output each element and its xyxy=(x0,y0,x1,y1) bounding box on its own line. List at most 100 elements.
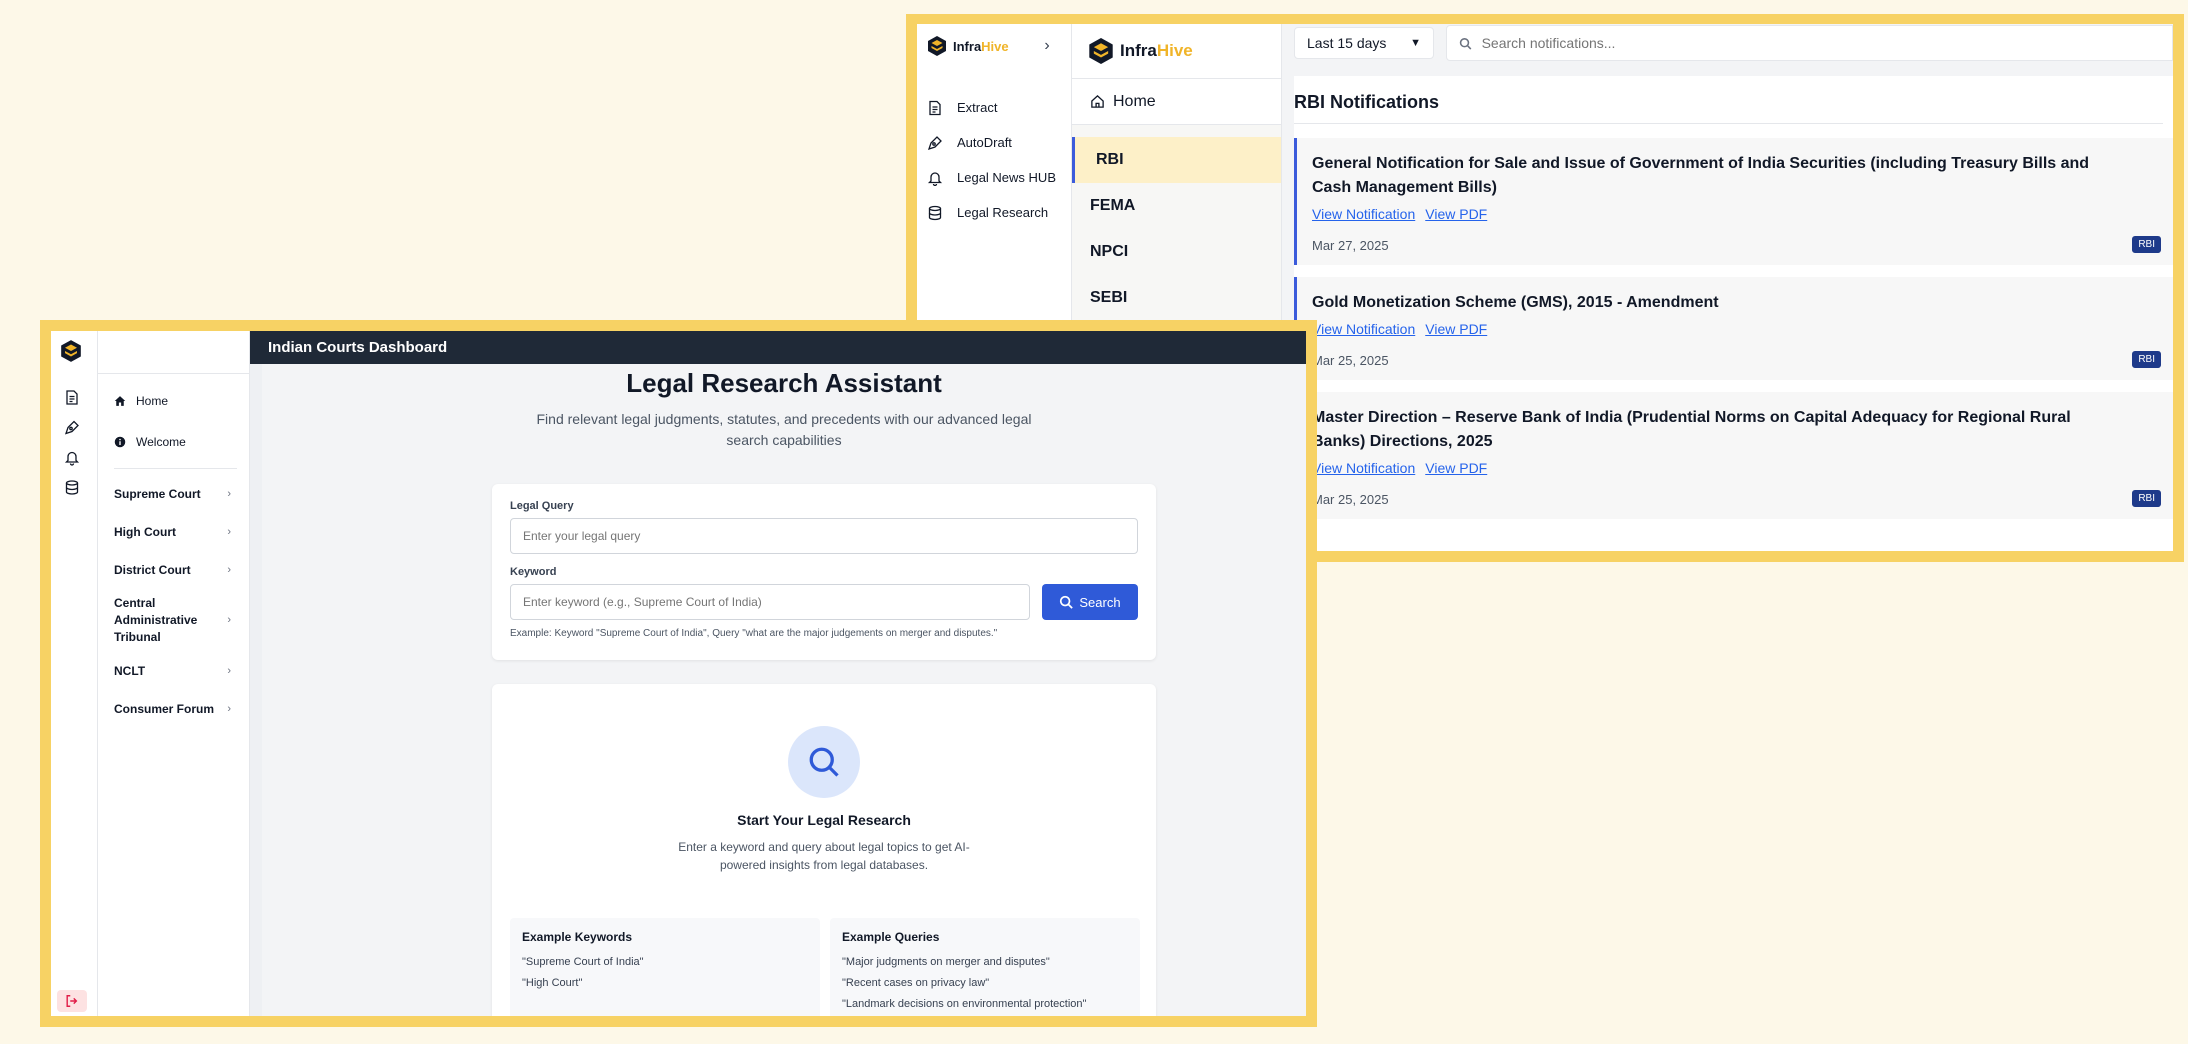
view-pdf-link[interactable]: View PDF xyxy=(1425,206,1487,222)
view-pdf-link[interactable]: View PDF xyxy=(1425,321,1487,337)
sidebar-item-district-court[interactable]: District Court › xyxy=(98,551,249,589)
sidebar-item-cat[interactable]: Central Administrative Tribunal › xyxy=(98,589,249,652)
notification-search[interactable] xyxy=(1446,25,2173,61)
database-icon[interactable] xyxy=(64,479,80,496)
nav-label: Legal News HUB xyxy=(957,170,1056,185)
logout-icon xyxy=(66,995,78,1007)
sidebar-item-home[interactable]: Home xyxy=(98,380,249,421)
nav-label: Extract xyxy=(957,100,998,115)
sidebar-item-supreme-court[interactable]: Supreme Court › xyxy=(98,475,249,513)
example-query-item[interactable]: "Landmark decisions on environmental pro… xyxy=(842,994,1128,1015)
court-label: District Court xyxy=(114,562,191,577)
brand-hive: Hive xyxy=(1156,41,1193,60)
divider xyxy=(114,468,237,469)
notification-date: Mar 25, 2025 xyxy=(1312,492,1389,507)
court-label: NCLT xyxy=(114,663,146,678)
court-label: Supreme Court xyxy=(114,486,201,501)
query-label: Legal Query xyxy=(510,500,574,512)
view-notification-link[interactable]: View Notification xyxy=(1312,460,1415,476)
sidebar-item-nclt[interactable]: NCLT › xyxy=(98,652,249,690)
hive-logo-icon xyxy=(1089,38,1113,64)
chevron-right-icon: › xyxy=(227,614,231,626)
courts-window-frame: Home Welcome Supreme Court › High Court › … xyxy=(40,320,1317,1027)
category-item-fema[interactable]: FEMA xyxy=(1072,183,1281,229)
infrahive-logo[interactable] xyxy=(60,339,82,368)
nav-item-legal-news-hub[interactable]: Legal News HUB xyxy=(925,160,1065,195)
view-notification-link[interactable]: View Notification xyxy=(1312,321,1415,337)
pen-icon xyxy=(927,135,942,150)
sidebar-item-label: Welcome xyxy=(136,434,186,449)
page-title: RBI Notifications xyxy=(1294,76,2163,124)
keyword-input[interactable] xyxy=(510,584,1030,620)
search-icon xyxy=(1060,595,1074,609)
page-subtitle: Find relevant legal judgments, statutes,… xyxy=(536,411,1032,448)
search-input[interactable] xyxy=(1481,35,2172,51)
hive-logo-icon xyxy=(61,340,81,362)
bell-icon xyxy=(927,171,943,186)
rail-icon-list xyxy=(64,389,80,496)
court-list: Supreme Court › High Court › District Cour… xyxy=(98,475,249,728)
notification-title: Master Direction – Reserve Bank of India… xyxy=(1312,409,2071,450)
research-body: Legal Research Assistant Find relevant l… xyxy=(250,364,1306,1016)
infrahive-logo-large: InfraHive xyxy=(1072,24,1281,79)
nav-item-extract[interactable]: Extract xyxy=(925,90,1065,125)
brand-wordmark: InfraHive xyxy=(1120,41,1193,61)
info-icon xyxy=(114,436,126,447)
sidebar-item-consumer-forum[interactable]: Consumer Forum › xyxy=(98,690,249,728)
chevron-right-icon: › xyxy=(227,525,231,538)
search-icon xyxy=(809,747,839,777)
nav-label: Legal Research xyxy=(957,205,1049,220)
notification-title: General Notification for Sale and Issue … xyxy=(1312,155,2090,196)
notification-card: Master Direction – Reserve Bank of India… xyxy=(1294,392,2173,519)
sidebar-item-welcome[interactable]: Welcome xyxy=(98,421,249,462)
category-list: RBI FEMA NPCI SEBI xyxy=(1072,125,1281,321)
notification-date: Mar 25, 2025 xyxy=(1312,353,1389,368)
nav-item-legal-research[interactable]: Legal Research xyxy=(925,195,1065,230)
chevron-right-icon: › xyxy=(227,563,231,576)
rbi-sidebar-nav: Extract AutoDraft Legal News HUB Legal R… xyxy=(925,90,1065,230)
category-item-rbi[interactable]: RBI xyxy=(1072,137,1281,183)
example-keyword-item[interactable]: "High Court" xyxy=(522,973,808,994)
date-filter-select[interactable]: Last 15 days ▼ xyxy=(1294,27,1434,59)
view-notification-link[interactable]: View Notification xyxy=(1312,206,1415,222)
rbi-toolbar: Last 15 days ▼ xyxy=(1282,24,2173,62)
empty-state-icon xyxy=(788,726,860,798)
sidebar-item-high-court[interactable]: High Court › xyxy=(98,513,249,551)
source-badge: RBI xyxy=(2132,351,2161,368)
court-label: High Court xyxy=(114,524,176,539)
empty-state-title: Start Your Legal Research xyxy=(737,812,911,828)
notifications-panel: RBI Notifications General Notification f… xyxy=(1294,76,2173,551)
chevron-right-icon[interactable]: › xyxy=(1037,36,1057,56)
empty-state-description: Enter a keyword and query about legal to… xyxy=(678,840,970,872)
example-query-item[interactable]: "Recent cases on privacy law" xyxy=(842,973,1128,994)
nav-item-autodraft[interactable]: AutoDraft xyxy=(925,125,1065,160)
empty-state-card: Start Your Legal Research Enter a keywor… xyxy=(492,684,1156,1016)
view-pdf-link[interactable]: View PDF xyxy=(1425,460,1487,476)
notification-date: Mar 27, 2025 xyxy=(1312,238,1389,253)
document-icon[interactable] xyxy=(64,389,80,406)
nav-label: AutoDraft xyxy=(957,135,1012,150)
sidebar-item-label: Home xyxy=(136,393,169,408)
legal-query-input[interactable] xyxy=(510,518,1138,554)
home-link[interactable]: Home xyxy=(1072,79,1281,125)
logout-button[interactable] xyxy=(57,990,87,1012)
court-label: Central Administrative Tribunal xyxy=(114,596,198,644)
hive-logo-icon xyxy=(928,36,946,56)
chevron-right-icon: › xyxy=(227,487,231,500)
example-keyword-item[interactable]: "Supreme Court of India" xyxy=(522,952,808,973)
pen-icon[interactable] xyxy=(64,419,80,436)
search-button[interactable]: Search xyxy=(1042,584,1138,620)
rbi-main: Last 15 days ▼ RBI Notifications General… xyxy=(1282,24,2173,551)
source-badge: RBI xyxy=(2132,236,2161,253)
example-query-item[interactable]: "Major judgments on merger and disputes" xyxy=(842,952,1128,973)
infrahive-logo[interactable]: InfraHive xyxy=(927,34,1009,58)
notification-card: General Notification for Sale and Issue … xyxy=(1294,138,2173,265)
brand-hive: Hive xyxy=(981,38,1009,54)
search-icon xyxy=(1459,37,1472,50)
dropdown-arrow-icon: ▼ xyxy=(1410,37,1421,49)
courts-main: Indian Courts Dashboard Legal Research A… xyxy=(250,331,1306,1016)
bell-icon[interactable] xyxy=(64,449,80,466)
category-item-sebi[interactable]: SEBI xyxy=(1072,275,1281,321)
category-item-npci[interactable]: NPCI xyxy=(1072,229,1281,275)
brand-infra: Infra xyxy=(1120,41,1157,60)
